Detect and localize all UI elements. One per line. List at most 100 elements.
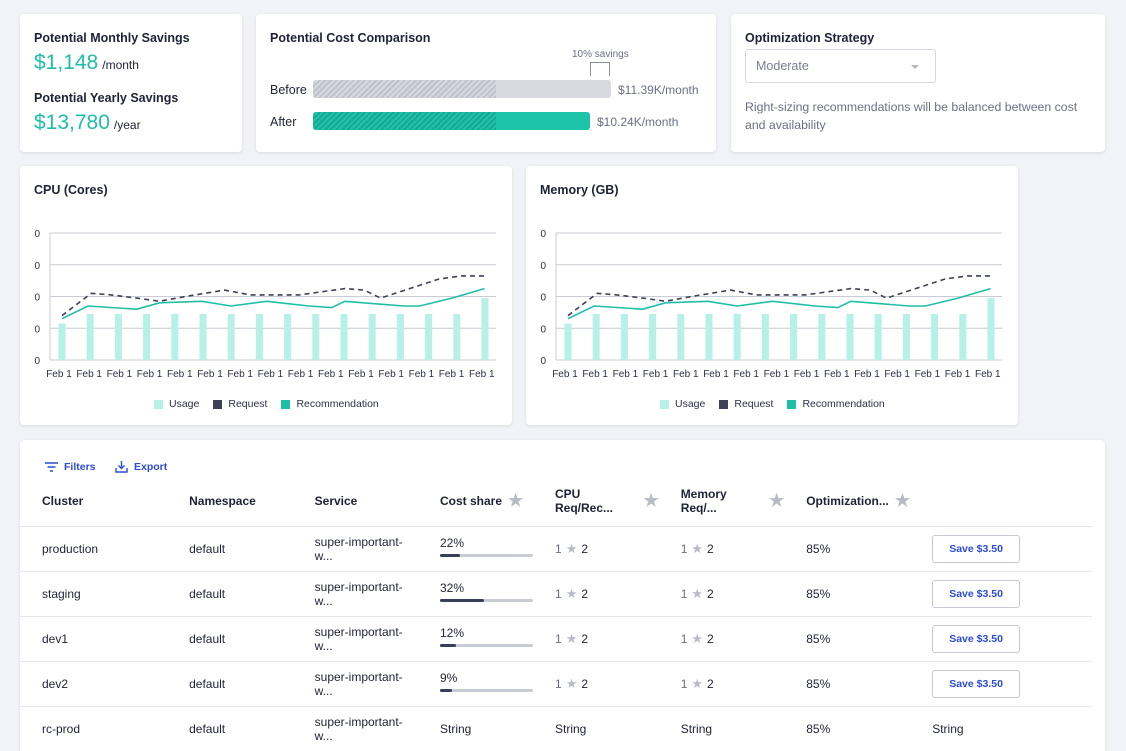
before-bar-hatched [313,80,496,98]
x-tick-label: Feb 1 [258,369,284,380]
y-tick-label: 0 [540,229,546,240]
download-icon [115,461,128,473]
usage-bar [312,313,320,360]
star-icon: ★ [565,540,578,556]
legend-request: Request [719,398,773,410]
recommendation-line [61,287,485,320]
cell-cluster: production [20,525,168,571]
table-row[interactable]: staging default super-important-w... 32%… [20,570,1092,616]
column-header-cost-share[interactable]: Cost share ★ [418,476,533,526]
cell-service: super-important-w... [292,570,418,616]
cost-share-fill [440,689,453,692]
cell-action: Save $3.50 [910,570,1092,616]
x-tick-label: Feb 1 [824,369,850,380]
legend-request: Request [213,398,267,410]
column-label: Memory Req/... [680,486,727,515]
x-tick-label: Feb 1 [409,369,435,380]
workloads-table: Cluster Namespace Service Cost share ★ CP… [20,476,1092,751]
y-tick-label: 0 [34,324,40,335]
cpu-recommendation: 2 [581,676,589,691]
cost-comparison-card: Potential Cost Comparison 10% savings Be… [256,14,716,152]
x-tick-label: Feb 1 [46,369,72,380]
memory-request: 1 [680,631,688,646]
x-tick-label: Feb 1 [733,369,759,380]
x-tick-label: Feb 1 [673,369,699,380]
table-row[interactable]: dev2 default super-important-w... 9% 1 ★ 2… [20,660,1092,706]
table-row[interactable]: rc-prod default super-important-w... Str… [20,705,1092,751]
filter-icon [45,462,58,472]
x-tick-label: Feb 1 [76,369,102,380]
memory-recommendation: 2 [707,676,714,691]
column-header-optimization[interactable]: Optimization... ★ [784,476,910,526]
usage-bar [284,313,292,360]
monthly-savings-amount: $1,148 [34,51,99,74]
column-header-namespace[interactable]: Namespace [167,476,293,526]
legend-recommendation-label: Recommendation [296,398,379,410]
cell-namespace: default [167,705,293,751]
legend-request-label: Request [734,398,774,410]
memory-request: 1 [680,586,688,601]
cpu-request: 1 [555,676,562,691]
usage-bar [620,313,628,360]
column-header-cpu[interactable]: CPU Req/Rec... ★ [533,476,659,526]
column-label: CPU Req/Rec... [555,486,614,515]
star-icon: ★ [565,675,578,691]
memory-chart-title: Memory (GB) [540,183,619,197]
cost-share-bar [440,644,533,647]
usage-bar [114,313,122,360]
usage-bar [874,313,882,360]
star-icon[interactable]: ★ [895,492,910,509]
cell-cluster: dev1 [20,615,168,661]
star-icon: ★ [691,675,704,691]
monthly-savings-unit: /month [102,58,139,72]
x-tick-label: Feb 1 [348,369,374,380]
x-tick-label: Feb 1 [975,369,1001,380]
cell-action: Save $3.50 [910,615,1092,661]
strategy-select[interactable]: Moderate [745,49,936,83]
column-header-cluster[interactable]: Cluster [20,476,167,526]
savings-bracket [590,62,610,76]
legend-swatch-usage [660,399,669,409]
cell-optimization: 85% [784,615,911,661]
legend-swatch-recommendation [281,399,291,409]
column-header-service[interactable]: Service [293,476,418,526]
legend-request-label: Request [228,398,268,410]
save-button[interactable]: Save $3.50 [932,669,1020,698]
x-tick-label: Feb 1 [643,369,669,380]
cpu-recommendation: 2 [581,541,589,556]
save-button[interactable]: Save $3.50 [932,534,1020,563]
cpu-recommendation: 2 [581,586,589,601]
filters-button[interactable]: Filters [45,461,96,473]
before-bar [313,80,611,98]
star-icon[interactable]: ★ [508,492,523,509]
usage-bar [818,313,826,360]
yearly-savings-title: Potential Yearly Savings [34,91,179,105]
column-label: Namespace [189,493,256,508]
column-header-memory[interactable]: Memory Req/... ★ [659,476,785,526]
save-button[interactable]: Save $3.50 [932,579,1020,608]
y-tick-label: 0 [540,293,546,304]
export-button[interactable]: Export [115,461,167,473]
cell-cost-share: 22% [418,525,533,571]
y-tick-label: 0 [540,356,546,367]
usage-bar [58,323,66,360]
y-tick-label: 0 [540,261,546,272]
savings-card: Potential Monthly Savings $1,148/month P… [20,14,242,152]
cell-cost-share: 12% [418,615,533,661]
table-row[interactable]: dev1 default super-important-w... 12% 1 ★… [20,615,1092,661]
star-icon[interactable]: ★ [769,492,784,509]
save-button[interactable]: Save $3.50 [932,624,1020,653]
star-icon: ★ [691,630,704,646]
cell-namespace: default [167,615,293,661]
legend-usage-label: Usage [675,398,706,410]
memory-request: 1 [680,676,688,691]
star-icon[interactable]: ★ [643,492,658,509]
table-row[interactable]: production default super-important-w... … [20,525,1092,571]
cell-action: Save $3.50 [910,660,1092,706]
yearly-savings-amount: $13,780 [34,111,110,134]
memory-recommendation: 2 [707,541,714,556]
usage-bar [733,313,741,360]
cell-optimization: 85% [784,570,911,616]
cell-namespace: default [167,660,293,706]
y-tick-label: 0 [540,324,546,335]
